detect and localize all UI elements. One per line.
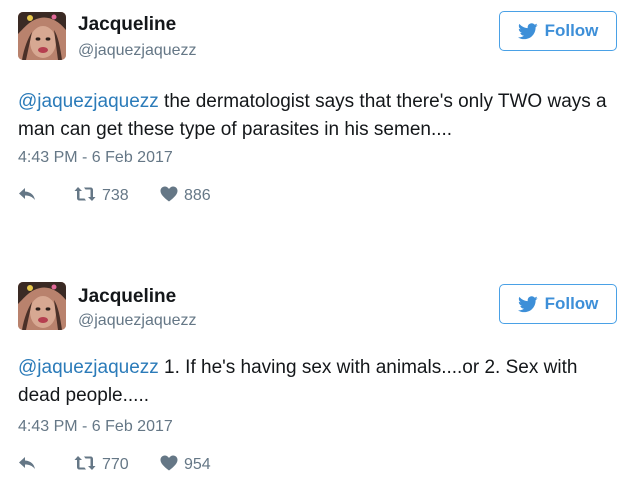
retweet-button[interactable]: 738 bbox=[74, 186, 160, 207]
mention-link[interactable]: @jaquezjaquezz bbox=[18, 91, 159, 112]
reply-button[interactable] bbox=[18, 187, 62, 206]
tweet-timestamp[interactable]: 4:43 PM - 6 Feb 2017 bbox=[18, 149, 173, 167]
reply-button[interactable] bbox=[18, 456, 62, 475]
twitter-bird-icon bbox=[517, 295, 538, 313]
follow-label: Follow bbox=[544, 294, 599, 313]
follow-label: Follow bbox=[544, 21, 599, 40]
tweet-card: Jacqueline @jaquezjaquezz Follow @jaquez… bbox=[0, 268, 640, 498]
avatar-image bbox=[18, 282, 66, 330]
avatar-image bbox=[18, 12, 66, 60]
retweet-icon bbox=[74, 186, 96, 207]
like-count: 954 bbox=[184, 456, 211, 473]
retweet-icon bbox=[74, 455, 96, 476]
reply-arrow-icon bbox=[18, 456, 36, 475]
like-count: 886 bbox=[184, 187, 211, 204]
user-handle[interactable]: @jaquezjaquezz bbox=[78, 42, 197, 60]
twitter-bird-icon bbox=[517, 22, 538, 40]
retweet-count: 738 bbox=[102, 187, 129, 204]
like-button[interactable]: 954 bbox=[160, 455, 211, 476]
retweet-count: 770 bbox=[102, 456, 129, 473]
tweet-actions: 738 886 bbox=[18, 184, 211, 208]
tweet-text: @jaquezjaquezz 1. If he's having sex wit… bbox=[18, 354, 618, 410]
retweet-button[interactable]: 770 bbox=[74, 455, 160, 476]
tweet-actions: 770 954 bbox=[18, 453, 211, 477]
like-button[interactable]: 886 bbox=[160, 186, 211, 207]
avatar[interactable] bbox=[18, 282, 66, 330]
user-name[interactable]: Jacqueline bbox=[78, 286, 176, 308]
user-handle[interactable]: @jaquezjaquezz bbox=[78, 312, 197, 330]
avatar[interactable] bbox=[18, 12, 66, 60]
follow-button[interactable]: Follow bbox=[499, 284, 617, 324]
heart-icon bbox=[160, 186, 178, 207]
follow-button[interactable]: Follow bbox=[499, 11, 617, 51]
tweet-timestamp[interactable]: 4:43 PM - 6 Feb 2017 bbox=[18, 418, 173, 436]
heart-icon bbox=[160, 455, 178, 476]
tweet-text: @jaquezjaquezz the dermatologist says th… bbox=[18, 88, 618, 144]
tweet-card: Jacqueline @jaquezjaquezz Follow @jaquez… bbox=[0, 0, 640, 230]
user-name[interactable]: Jacqueline bbox=[78, 14, 176, 36]
mention-link[interactable]: @jaquezjaquezz bbox=[18, 357, 159, 378]
reply-arrow-icon bbox=[18, 187, 36, 206]
